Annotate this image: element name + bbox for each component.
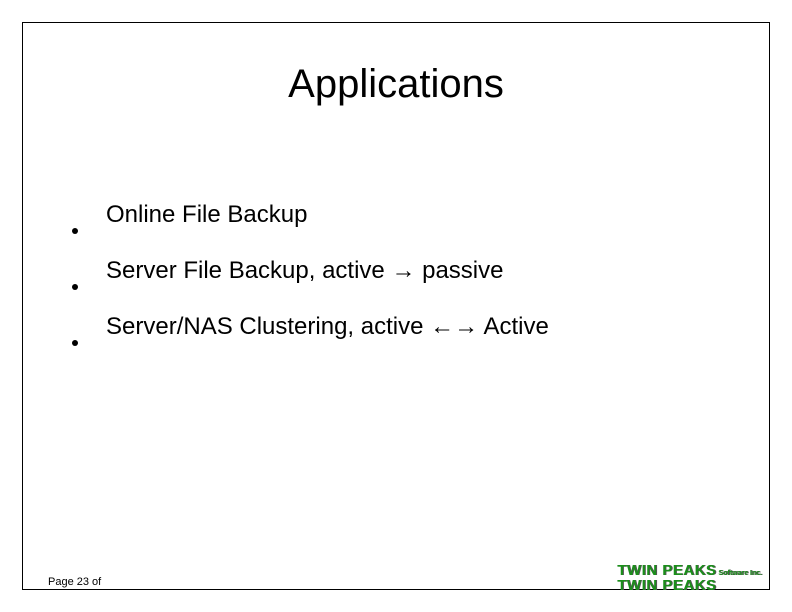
bullet-list: Online File Backup Server File Backup, a… — [72, 200, 732, 368]
list-item: Online File Backup — [72, 200, 732, 230]
bullet-icon — [72, 340, 78, 346]
bullet-text: Server File Backup, active → passive — [106, 256, 504, 286]
bullet-icon — [72, 284, 78, 290]
brand-text: TWIN PEAKS — [617, 562, 716, 579]
bullet-icon — [72, 228, 78, 234]
bullet-text: Server/NAS Clustering, active ←→ Active — [106, 312, 549, 342]
brand-sub-text: Software Inc. — [718, 570, 762, 577]
slide-title: Applications — [0, 62, 792, 107]
list-item: Server File Backup, active → passive — [72, 256, 732, 286]
slide: Applications Online File Backup Server F… — [0, 0, 792, 612]
brand-logo: TWIN PEAKSSoftware Inc. TWIN PEAKS — [617, 563, 762, 595]
list-item: Server/NAS Clustering, active ←→ Active — [72, 312, 732, 342]
page-number: Page 23 of — [48, 576, 101, 588]
brand-line-1: TWIN PEAKSSoftware Inc. — [617, 563, 762, 579]
brand-line-2: TWIN PEAKS — [617, 578, 762, 594]
bullet-text: Online File Backup — [106, 200, 307, 230]
